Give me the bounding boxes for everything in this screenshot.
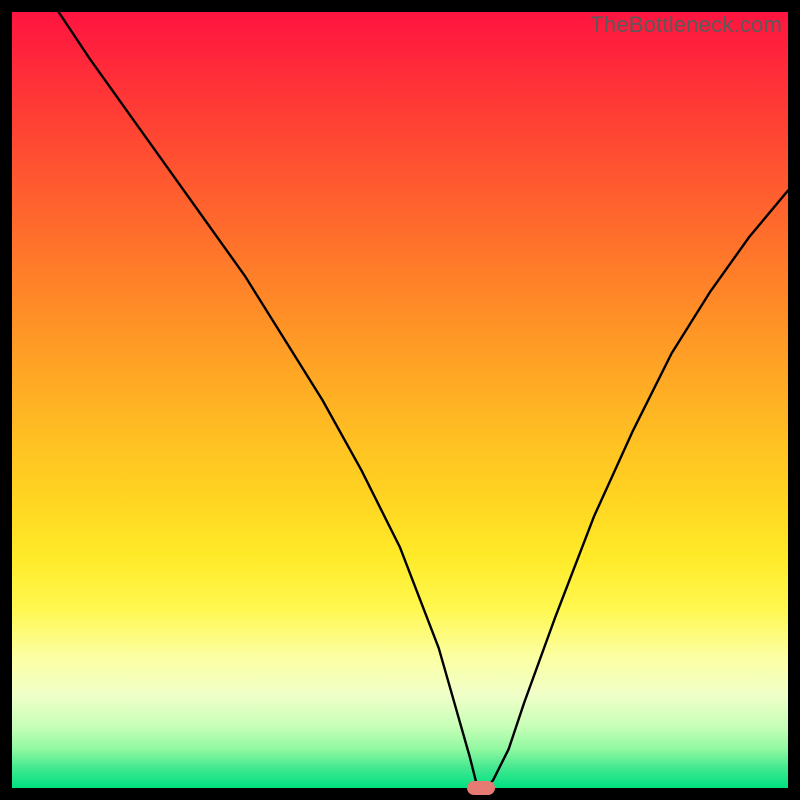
plot-area: TheBottleneck.com (12, 12, 788, 788)
bottleneck-curve (12, 12, 788, 788)
chart-frame: TheBottleneck.com (0, 0, 800, 800)
optimum-marker (467, 781, 495, 795)
